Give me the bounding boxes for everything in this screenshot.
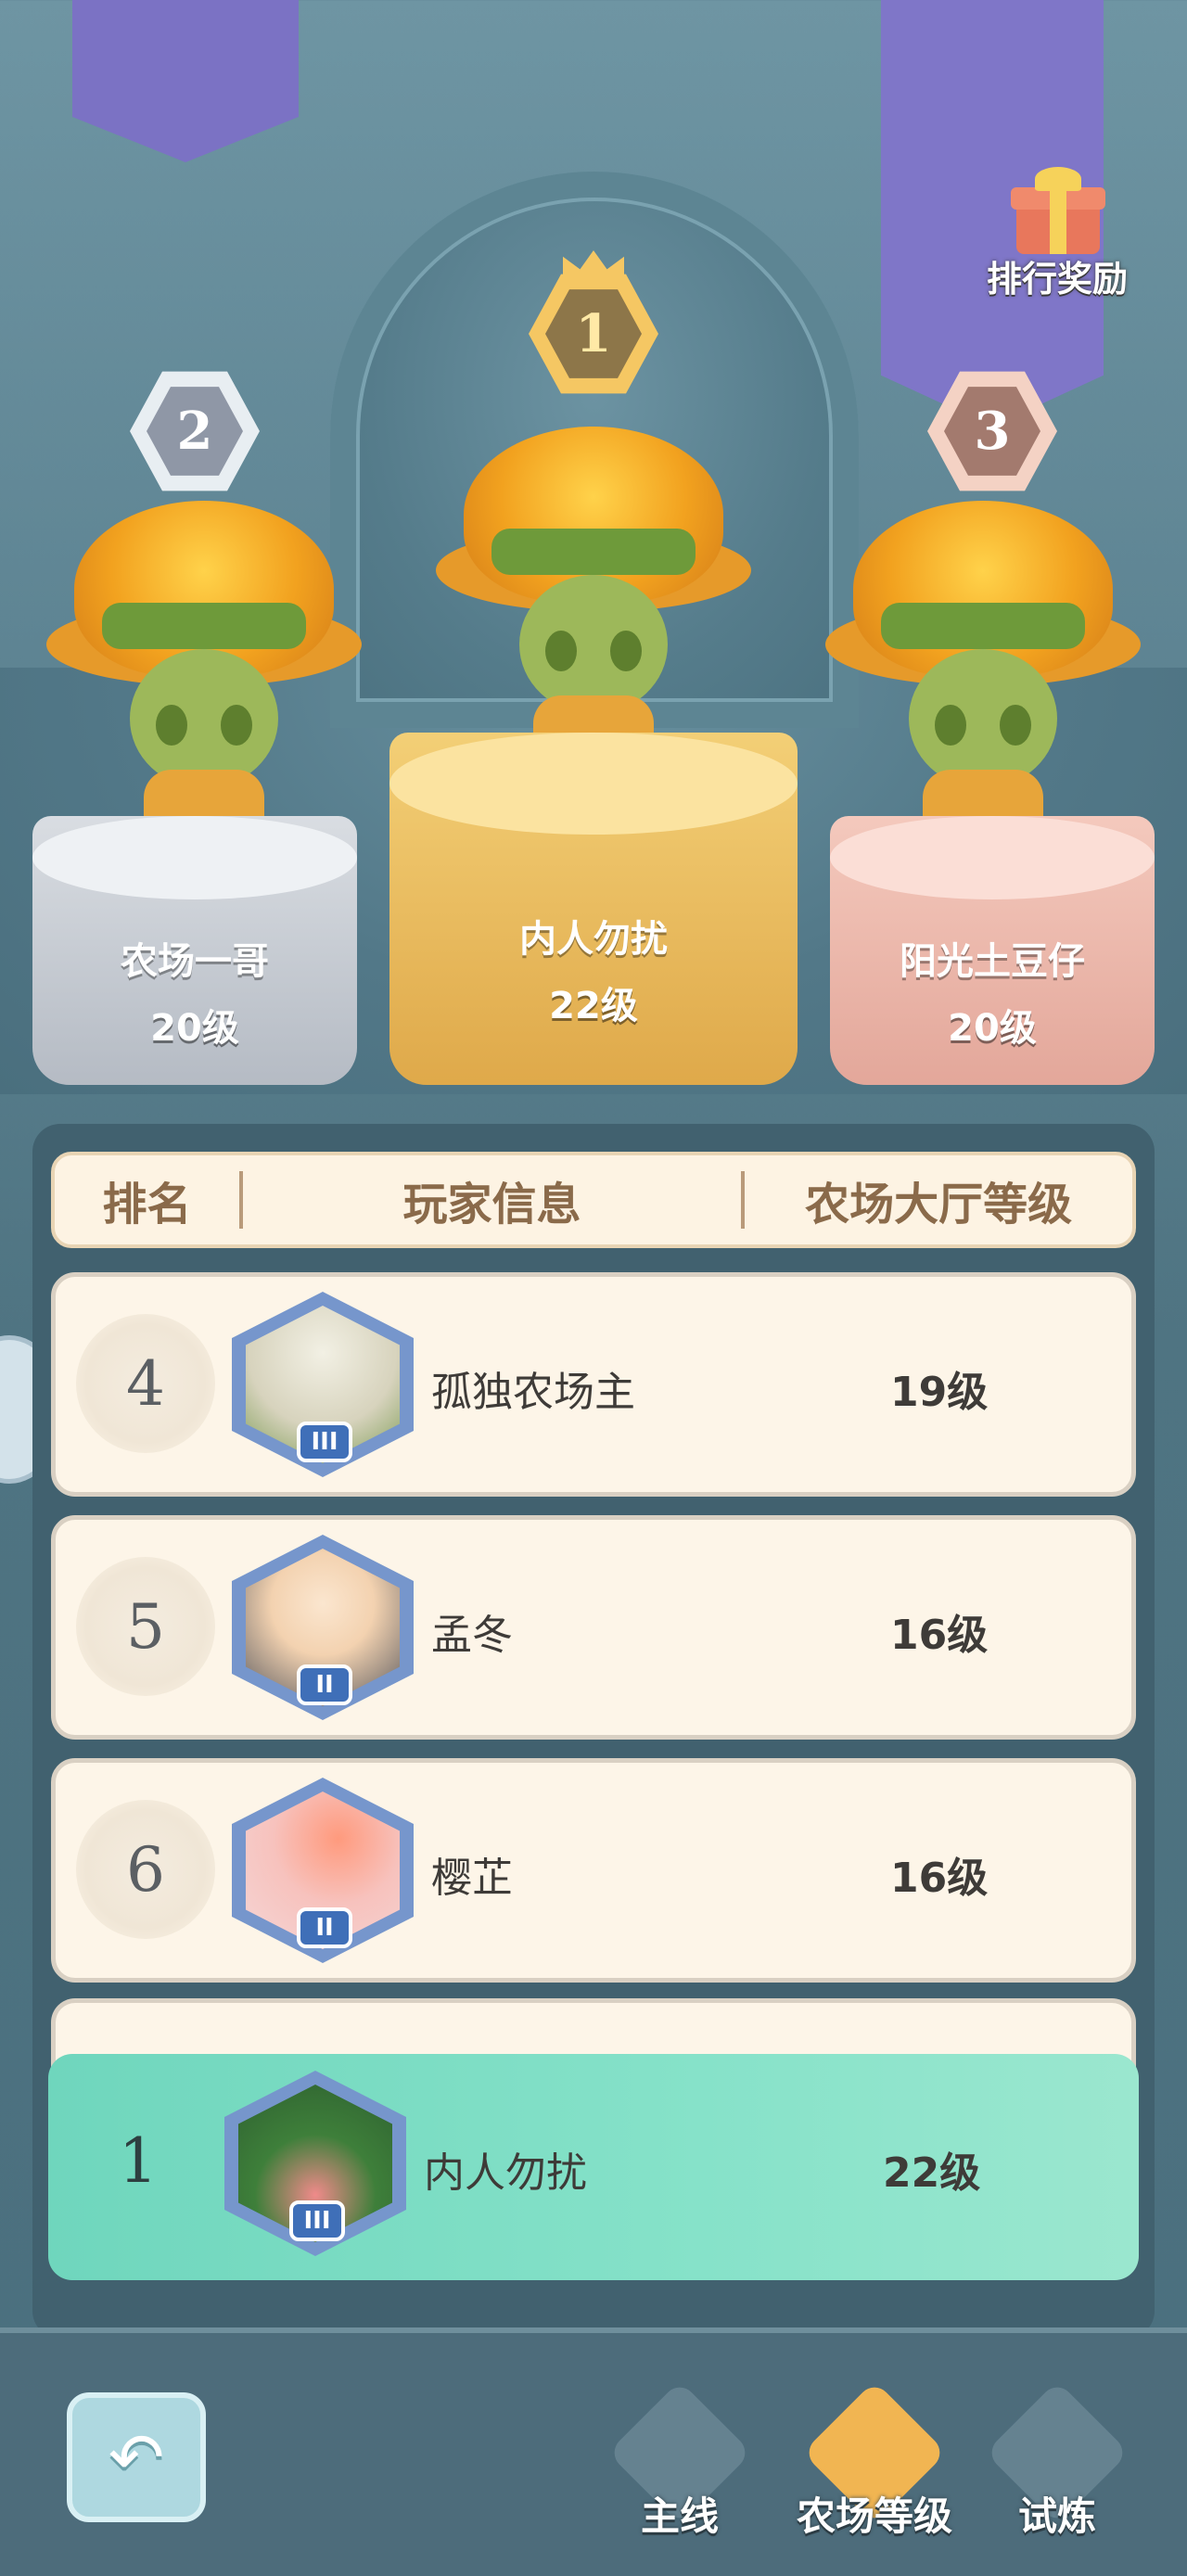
avatar[interactable]: II bbox=[232, 1778, 414, 1963]
my-player-level: 22级 bbox=[883, 2149, 981, 2197]
first-place-level: 22级 bbox=[549, 985, 638, 1027]
player-level: 16级 bbox=[890, 1612, 989, 1659]
player-level: 19级 bbox=[890, 1369, 989, 1416]
my-player-name: 内人勿扰 bbox=[424, 2149, 587, 2197]
tier-badge: II bbox=[297, 1664, 352, 1705]
player-level: 16级 bbox=[890, 1855, 989, 1902]
tier-badge: III bbox=[297, 1422, 352, 1462]
second-place-level: 20级 bbox=[150, 1007, 239, 1050]
ranking-table-header: 排名 玩家信息 农场大厅等级 bbox=[51, 1152, 1136, 1248]
table-row[interactable]: 6 II 樱芷 16级 bbox=[51, 1758, 1136, 1983]
avatar[interactable]: III bbox=[232, 1292, 414, 1477]
tab-farm-level[interactable]: 农场等级 bbox=[797, 2380, 952, 2539]
top-left-banner bbox=[72, 0, 299, 162]
third-place-name: 阳光土豆仔 bbox=[900, 940, 1085, 983]
row-rank: 4 bbox=[76, 1314, 215, 1453]
header-hall-level: 农场大厅等级 bbox=[805, 1179, 1073, 1231]
third-place-level: 20级 bbox=[948, 1007, 1037, 1050]
player-name: 孤独农场主 bbox=[431, 1369, 635, 1416]
table-row[interactable]: 4 III 孤独农场主 19级 bbox=[51, 1272, 1136, 1497]
tab-trial[interactable]: 试炼 bbox=[985, 2380, 1130, 2539]
first-place-name: 内人勿扰 bbox=[519, 918, 668, 961]
player-name: 樱芷 bbox=[431, 1855, 513, 1902]
back-button[interactable]: ↶ bbox=[67, 2392, 206, 2522]
table-row[interactable]: 5 II 孟冬 16级 bbox=[51, 1515, 1136, 1740]
third-place-pedestal: 阳光土豆仔 20级 bbox=[830, 816, 1155, 1085]
gift-icon[interactable] bbox=[1007, 167, 1109, 254]
second-place-name: 农场一哥 bbox=[121, 940, 269, 983]
header-player-info: 玩家信息 bbox=[402, 1179, 581, 1231]
second-place-pedestal: 农场一哥 20级 bbox=[32, 816, 357, 1085]
back-arrow-icon: ↶ bbox=[108, 2418, 165, 2496]
tab-main-quest[interactable]: 主线 bbox=[607, 2380, 752, 2539]
player-name: 孟冬 bbox=[431, 1612, 513, 1659]
my-rank-row[interactable]: 1 III 内人勿扰 22级 bbox=[48, 2054, 1139, 2280]
tier-badge: II bbox=[297, 1907, 352, 1948]
header-rank: 排名 bbox=[102, 1179, 192, 1231]
my-avatar[interactable]: III bbox=[224, 2071, 406, 2256]
my-rank: 1 bbox=[119, 2124, 158, 2197]
ranking-reward-label[interactable]: 排行奖励 bbox=[964, 250, 1150, 301]
tier-badge: III bbox=[289, 2200, 345, 2241]
row-rank: 6 bbox=[76, 1800, 215, 1939]
avatar[interactable]: II bbox=[232, 1535, 414, 1720]
first-place-pedestal: 内人勿扰 22级 bbox=[389, 733, 798, 1085]
row-rank: 5 bbox=[76, 1557, 215, 1696]
